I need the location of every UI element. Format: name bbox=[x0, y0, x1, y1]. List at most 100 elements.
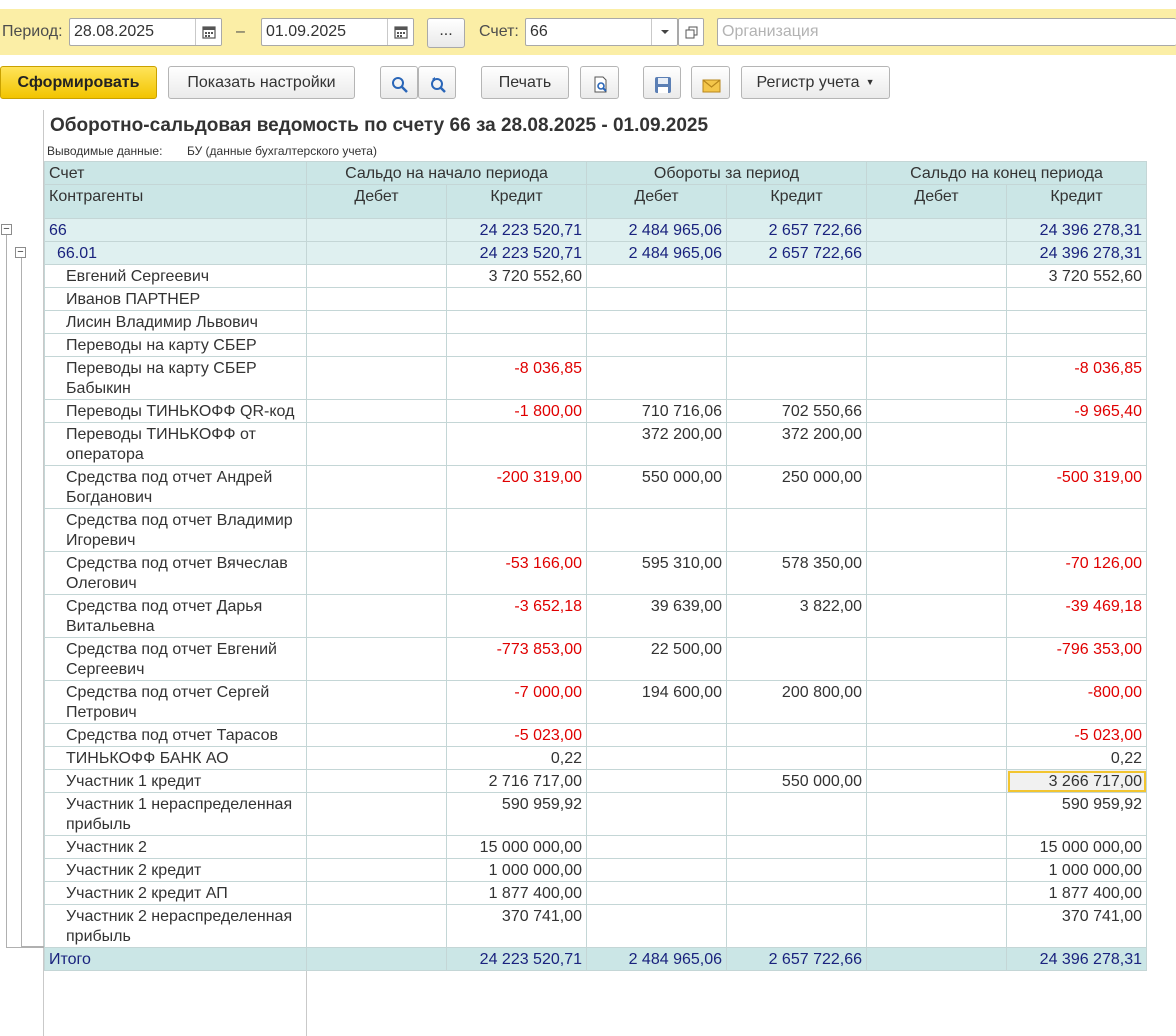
cell-counterparty[interactable]: Лисин Владимир Львович bbox=[44, 310, 307, 334]
cell-counterparty[interactable]: Участник 2 bbox=[44, 835, 307, 859]
cell-counterparty[interactable]: Участник 1 нераспределенная прибыль bbox=[44, 792, 307, 836]
cell-turnover-credit[interactable] bbox=[726, 881, 867, 905]
find-button[interactable] bbox=[380, 66, 418, 99]
cell-opening-credit[interactable] bbox=[446, 508, 587, 552]
cell-turnover-credit[interactable] bbox=[726, 356, 867, 400]
cell-closing-credit[interactable]: -39 469,18 bbox=[1006, 594, 1147, 638]
cell-closing-debit[interactable] bbox=[866, 769, 1007, 793]
cell-counterparty[interactable]: Переводы ТИНЬКОФФ QR-код bbox=[44, 399, 307, 423]
cell-opening-credit[interactable]: 24 223 520,71 bbox=[446, 218, 587, 242]
cell-closing-credit[interactable] bbox=[1006, 333, 1147, 357]
cell-closing-credit[interactable] bbox=[1006, 287, 1147, 311]
collapse-group-6601-icon[interactable]: − bbox=[15, 247, 26, 258]
cell-turnover-credit[interactable] bbox=[726, 508, 867, 552]
cell-turnover-debit[interactable]: 22 500,00 bbox=[586, 637, 727, 681]
cell-closing-credit[interactable]: -796 353,00 bbox=[1006, 637, 1147, 681]
table-row[interactable]: Переводы на карту СБЕР bbox=[44, 333, 1147, 357]
cell-closing-debit[interactable] bbox=[866, 947, 1007, 971]
table-row[interactable]: Переводы ТИНЬКОФФ QR-код -1 800,00 710 716… bbox=[44, 399, 1147, 423]
cell-closing-debit[interactable] bbox=[866, 637, 1007, 681]
cell-closing-credit[interactable]: 1 877 400,00 bbox=[1006, 881, 1147, 905]
calendar-icon[interactable] bbox=[195, 19, 221, 45]
cell-opening-debit[interactable] bbox=[306, 465, 447, 509]
cell-turnover-debit[interactable] bbox=[586, 333, 727, 357]
cell-opening-credit[interactable]: 590 959,92 bbox=[446, 792, 587, 836]
account-select[interactable]: 66 bbox=[525, 18, 678, 46]
cell-closing-debit[interactable] bbox=[866, 422, 1007, 466]
cell-opening-credit[interactable]: 3 720 552,60 bbox=[446, 264, 587, 288]
cell-turnover-debit[interactable]: 194 600,00 bbox=[586, 680, 727, 724]
table-row[interactable]: Средства под отчет Вячеслав Олегович -53 … bbox=[44, 551, 1147, 595]
cell-counterparty[interactable]: Средства под отчет Сергей Петрович bbox=[44, 680, 307, 724]
cell-closing-debit[interactable] bbox=[866, 858, 1007, 882]
table-row[interactable]: Средства под отчет Сергей Петрович -7 000… bbox=[44, 680, 1147, 724]
select-period-button[interactable]: ... bbox=[427, 18, 465, 48]
cell-turnover-credit[interactable]: 2 657 722,66 bbox=[726, 218, 867, 242]
cell-turnover-credit[interactable] bbox=[726, 858, 867, 882]
cell-closing-credit[interactable]: 370 741,00 bbox=[1006, 904, 1147, 948]
cell-turnover-credit[interactable]: 702 550,66 bbox=[726, 399, 867, 423]
cell-turnover-debit[interactable] bbox=[586, 723, 727, 747]
cell-opening-credit[interactable] bbox=[446, 333, 587, 357]
cell-opening-debit[interactable] bbox=[306, 835, 447, 859]
calendar-icon[interactable] bbox=[387, 19, 413, 45]
chevron-down-icon[interactable] bbox=[651, 19, 677, 45]
generate-button[interactable]: Сформировать bbox=[0, 66, 157, 99]
cell-opening-credit[interactable]: -5 023,00 bbox=[446, 723, 587, 747]
cell-counterparty[interactable]: Участник 2 кредит АП bbox=[44, 881, 307, 905]
open-account-button[interactable] bbox=[678, 18, 704, 46]
cell-closing-credit[interactable]: 1 000 000,00 bbox=[1006, 858, 1147, 882]
cell-opening-credit[interactable]: -1 800,00 bbox=[446, 399, 587, 423]
cell-closing-credit[interactable]: 24 396 278,31 bbox=[1006, 241, 1147, 265]
cell-opening-debit[interactable] bbox=[306, 310, 447, 334]
cell-counterparty[interactable]: Переводы ТИНЬКОФФ от оператора bbox=[44, 422, 307, 466]
table-row[interactable]: Участник 2 нераспределенная прибыль 370 7… bbox=[44, 904, 1147, 948]
print-button[interactable]: Печать bbox=[481, 66, 569, 99]
cell-turnover-credit[interactable]: 578 350,00 bbox=[726, 551, 867, 595]
cell-opening-credit[interactable]: 2 716 717,00 bbox=[446, 769, 587, 793]
collapse-group-66-icon[interactable]: − bbox=[1, 224, 12, 235]
table-row[interactable]: Лисин Владимир Львович bbox=[44, 310, 1147, 334]
cell-turnover-debit[interactable]: 2 484 965,06 bbox=[586, 241, 727, 265]
cell-closing-debit[interactable] bbox=[866, 723, 1007, 747]
cell-opening-credit[interactable]: 0,22 bbox=[446, 746, 587, 770]
cell-counterparty[interactable]: Средства под отчет Тарасов bbox=[44, 723, 307, 747]
cell-turnover-debit[interactable] bbox=[586, 904, 727, 948]
preview-button[interactable] bbox=[580, 66, 619, 99]
cell-opening-credit[interactable]: -7 000,00 bbox=[446, 680, 587, 724]
cell-opening-debit[interactable] bbox=[306, 218, 447, 242]
cell-closing-credit[interactable]: 3 266 717,00 bbox=[1006, 769, 1147, 793]
cell-turnover-credit[interactable]: 3 822,00 bbox=[726, 594, 867, 638]
cell-opening-debit[interactable] bbox=[306, 680, 447, 724]
cell-closing-debit[interactable] bbox=[866, 881, 1007, 905]
cell-opening-credit[interactable]: -773 853,00 bbox=[446, 637, 587, 681]
cell-closing-debit[interactable] bbox=[866, 835, 1007, 859]
cell-opening-debit[interactable] bbox=[306, 333, 447, 357]
cell-turnover-credit[interactable]: 200 800,00 bbox=[726, 680, 867, 724]
cell-turnover-credit[interactable]: 2 657 722,66 bbox=[726, 947, 867, 971]
cell-opening-debit[interactable] bbox=[306, 881, 447, 905]
cell-turnover-debit[interactable] bbox=[586, 287, 727, 311]
cell-opening-credit[interactable]: 24 223 520,71 bbox=[446, 241, 587, 265]
cell-counterparty[interactable]: 66.01 bbox=[44, 241, 307, 265]
cell-turnover-debit[interactable]: 550 000,00 bbox=[586, 465, 727, 509]
cell-opening-debit[interactable] bbox=[306, 904, 447, 948]
cell-closing-debit[interactable] bbox=[866, 465, 1007, 509]
cell-turnover-debit[interactable] bbox=[586, 310, 727, 334]
cell-turnover-debit[interactable]: 2 484 965,06 bbox=[586, 218, 727, 242]
cell-closing-credit[interactable]: 24 396 278,31 bbox=[1006, 218, 1147, 242]
table-row[interactable]: Средства под отчет Тарасов -5 023,00 -5 02… bbox=[44, 723, 1147, 747]
cell-closing-credit[interactable] bbox=[1006, 508, 1147, 552]
cell-closing-debit[interactable] bbox=[866, 904, 1007, 948]
cell-counterparty[interactable]: 66 bbox=[44, 218, 307, 242]
organization-input[interactable]: Организация bbox=[717, 18, 1176, 46]
cell-opening-credit[interactable]: 24 223 520,71 bbox=[446, 947, 587, 971]
cell-closing-credit[interactable]: -800,00 bbox=[1006, 680, 1147, 724]
cell-opening-credit[interactable]: 370 741,00 bbox=[446, 904, 587, 948]
group-row[interactable]: 66 24 223 520,71 2 484 965,06 2 657 722,66 2… bbox=[44, 218, 1147, 242]
cell-turnover-credit[interactable] bbox=[726, 264, 867, 288]
cell-turnover-credit[interactable]: 2 657 722,66 bbox=[726, 241, 867, 265]
cell-counterparty[interactable]: Итого bbox=[44, 947, 307, 971]
cell-opening-debit[interactable] bbox=[306, 594, 447, 638]
cell-opening-debit[interactable] bbox=[306, 637, 447, 681]
